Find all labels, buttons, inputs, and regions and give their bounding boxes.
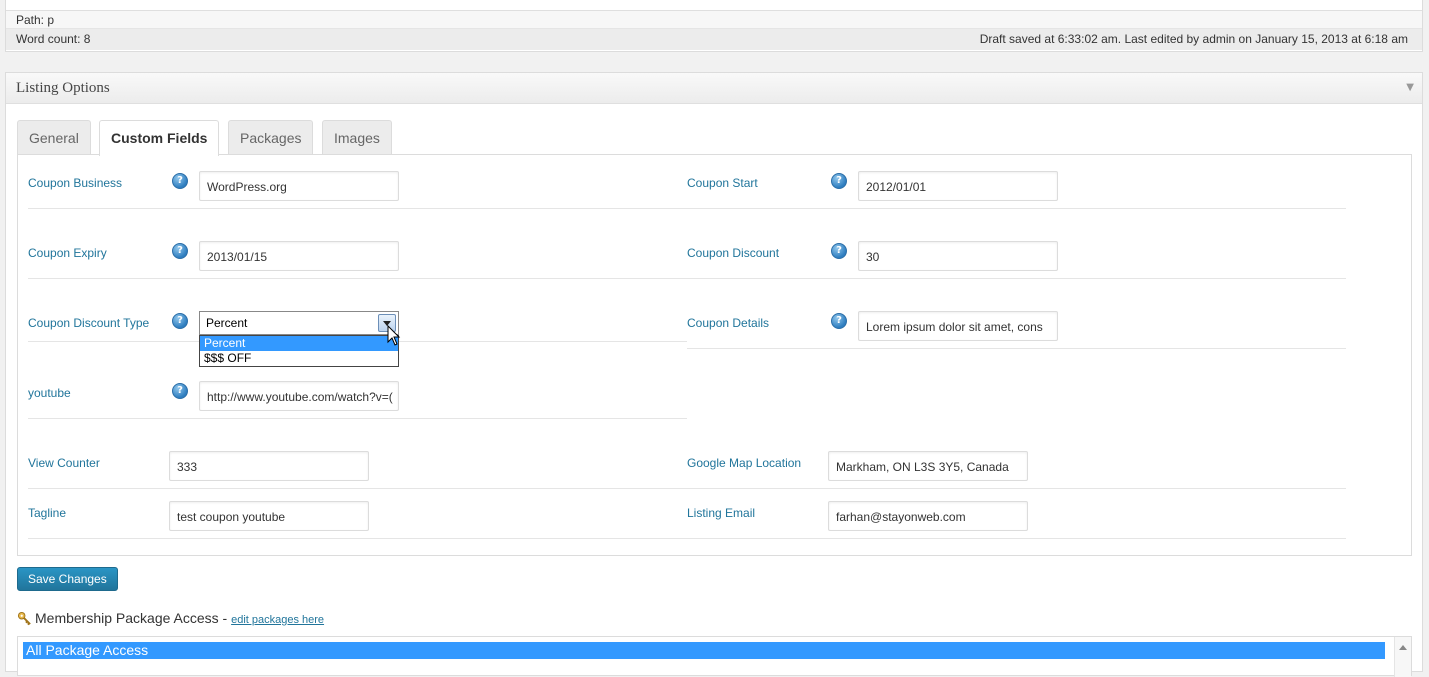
tab-general[interactable]: General	[17, 120, 91, 155]
help-icon[interactable]: ?	[172, 173, 188, 189]
word-count: Word count: 8	[16, 32, 91, 46]
coupon-details-label: Coupon Details	[687, 316, 770, 330]
view-counter-label: View Counter	[28, 456, 100, 470]
coupon-business-input[interactable]: WordPress.org	[199, 171, 399, 201]
listbox-scrollbar[interactable]	[1394, 637, 1411, 677]
coupon-discount-type-value: Percent	[206, 316, 248, 330]
editor-status-bar: Word count: 8 Draft saved at 6:33:02 am.…	[6, 29, 1422, 50]
google-map-location-input[interactable]: Markham, ON L3S 3Y5, Canada	[828, 451, 1028, 481]
package-access-listbox[interactable]: All Package Access	[17, 636, 1412, 677]
tagline-input[interactable]: test coupon youtube	[169, 501, 369, 531]
coupon-discount-type-select[interactable]: Percent	[199, 311, 399, 335]
tab-packages-label: Packages	[240, 130, 302, 146]
save-changes-button[interactable]: Save Changes	[17, 567, 118, 591]
help-icon[interactable]: ?	[831, 173, 847, 189]
tab-custom-fields-label: Custom Fields	[111, 130, 208, 146]
mouse-cursor-icon	[387, 325, 401, 346]
listing-options-box: Listing Options ▼ General Custom Fields …	[5, 72, 1423, 677]
youtube-input[interactable]: http://www.youtube.com/watch?v=(	[199, 381, 399, 411]
coupon-business-label: Coupon Business	[28, 176, 123, 190]
coupon-discount-type-dropdown: Percent $$$ OFF	[199, 335, 399, 367]
help-icon[interactable]: ?	[172, 243, 188, 259]
tagline-label: Tagline	[28, 506, 67, 520]
membership-separator: -	[218, 610, 232, 626]
listing-options-header[interactable]: Listing Options ▼	[6, 73, 1422, 104]
key-icon	[17, 611, 31, 626]
listing-email-input[interactable]: farhan@stayonweb.com	[828, 501, 1028, 531]
dropdown-option-percent[interactable]: Percent	[200, 336, 398, 351]
coupon-expiry-input[interactable]: 2013/01/15	[199, 241, 399, 271]
coupon-discount-label: Coupon Discount	[687, 246, 780, 260]
edit-packages-link[interactable]: edit packages here	[231, 614, 324, 626]
help-icon[interactable]: ?	[172, 383, 188, 399]
help-icon[interactable]: ?	[172, 313, 188, 329]
draft-status: Draft saved at 6:33:02 am. Last edited b…	[979, 32, 1408, 46]
tab-packages[interactable]: Packages	[228, 120, 314, 155]
coupon-expiry-label: Coupon Expiry	[28, 246, 107, 260]
help-icon[interactable]: ?	[831, 243, 847, 259]
coupon-details-input[interactable]: Lorem ipsum dolor sit amet, cons	[858, 311, 1058, 341]
tab-custom-fields[interactable]: Custom Fields	[99, 120, 220, 156]
tab-images-label: Images	[334, 130, 380, 146]
youtube-label: youtube	[28, 386, 71, 400]
membership-title: Membership Package Access	[35, 610, 219, 626]
coupon-start-label: Coupon Start	[687, 176, 758, 190]
custom-fields-panel: Coupon Business ? WordPress.org Coupon S…	[17, 154, 1412, 556]
editor-path-bar: Path: p	[6, 10, 1422, 29]
tab-images[interactable]: Images	[322, 120, 392, 155]
membership-package-heading: Membership Package Access - edit package…	[17, 610, 324, 626]
coupon-start-input[interactable]: 2012/01/01	[858, 171, 1058, 201]
dropdown-option-dollar-off[interactable]: $$$ OFF	[200, 351, 398, 366]
editor-status-area: Path: p Word count: 8 Draft saved at 6:3…	[5, 0, 1423, 52]
triangle-down-icon[interactable]: ▼	[1406, 82, 1414, 93]
view-counter-input[interactable]: 333	[169, 451, 369, 481]
help-icon[interactable]: ?	[831, 313, 847, 329]
google-map-location-label: Google Map Location	[687, 456, 802, 470]
listing-email-label: Listing Email	[687, 506, 756, 520]
editor-path-text: Path: p	[16, 13, 55, 27]
tab-general-label: General	[29, 130, 79, 146]
coupon-discount-type-label: Coupon Discount Type	[28, 316, 150, 330]
coupon-discount-input[interactable]: 30	[858, 241, 1058, 271]
list-item[interactable]: All Package Access	[23, 642, 1385, 659]
listing-options-title: Listing Options	[16, 80, 110, 96]
